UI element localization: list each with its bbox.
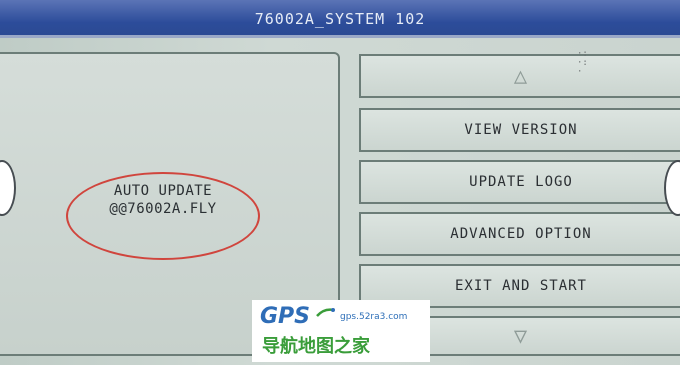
- window-title: 76002A_SYSTEM 102: [254, 10, 426, 28]
- watermark-site-name: 导航地图之家: [262, 336, 370, 357]
- screen-artifact: ·: ·: ·: [577, 49, 588, 77]
- down-arrow-icon: ▽: [513, 323, 529, 349]
- title-bar-edge: [0, 35, 680, 38]
- advanced-option-label: ADVANCED OPTION: [450, 226, 592, 242]
- up-arrow-icon: △: [513, 63, 529, 89]
- update-logo-button[interactable]: UPDATE LOGO: [359, 160, 680, 204]
- watermark-swoosh-icon: [316, 308, 335, 317]
- advanced-option-button[interactable]: ADVANCED OPTION: [359, 212, 680, 256]
- exit-and-start-label: EXIT AND START: [454, 278, 587, 294]
- scroll-up-button[interactable]: △: [359, 54, 680, 98]
- title-bar: 76002A_SYSTEM 102: [0, 0, 680, 38]
- update-logo-label: UPDATE LOGO: [469, 174, 573, 190]
- view-version-button[interactable]: VIEW VERSION: [359, 108, 680, 152]
- view-version-label: VIEW VERSION: [464, 122, 578, 138]
- watermark-url: gps.52ra3.com: [340, 312, 408, 322]
- watermark-brand: GPS: [260, 304, 311, 329]
- highlight-circle: [66, 172, 260, 260]
- watermark: GPS gps.52ra3.com 导航地图之家: [252, 300, 430, 362]
